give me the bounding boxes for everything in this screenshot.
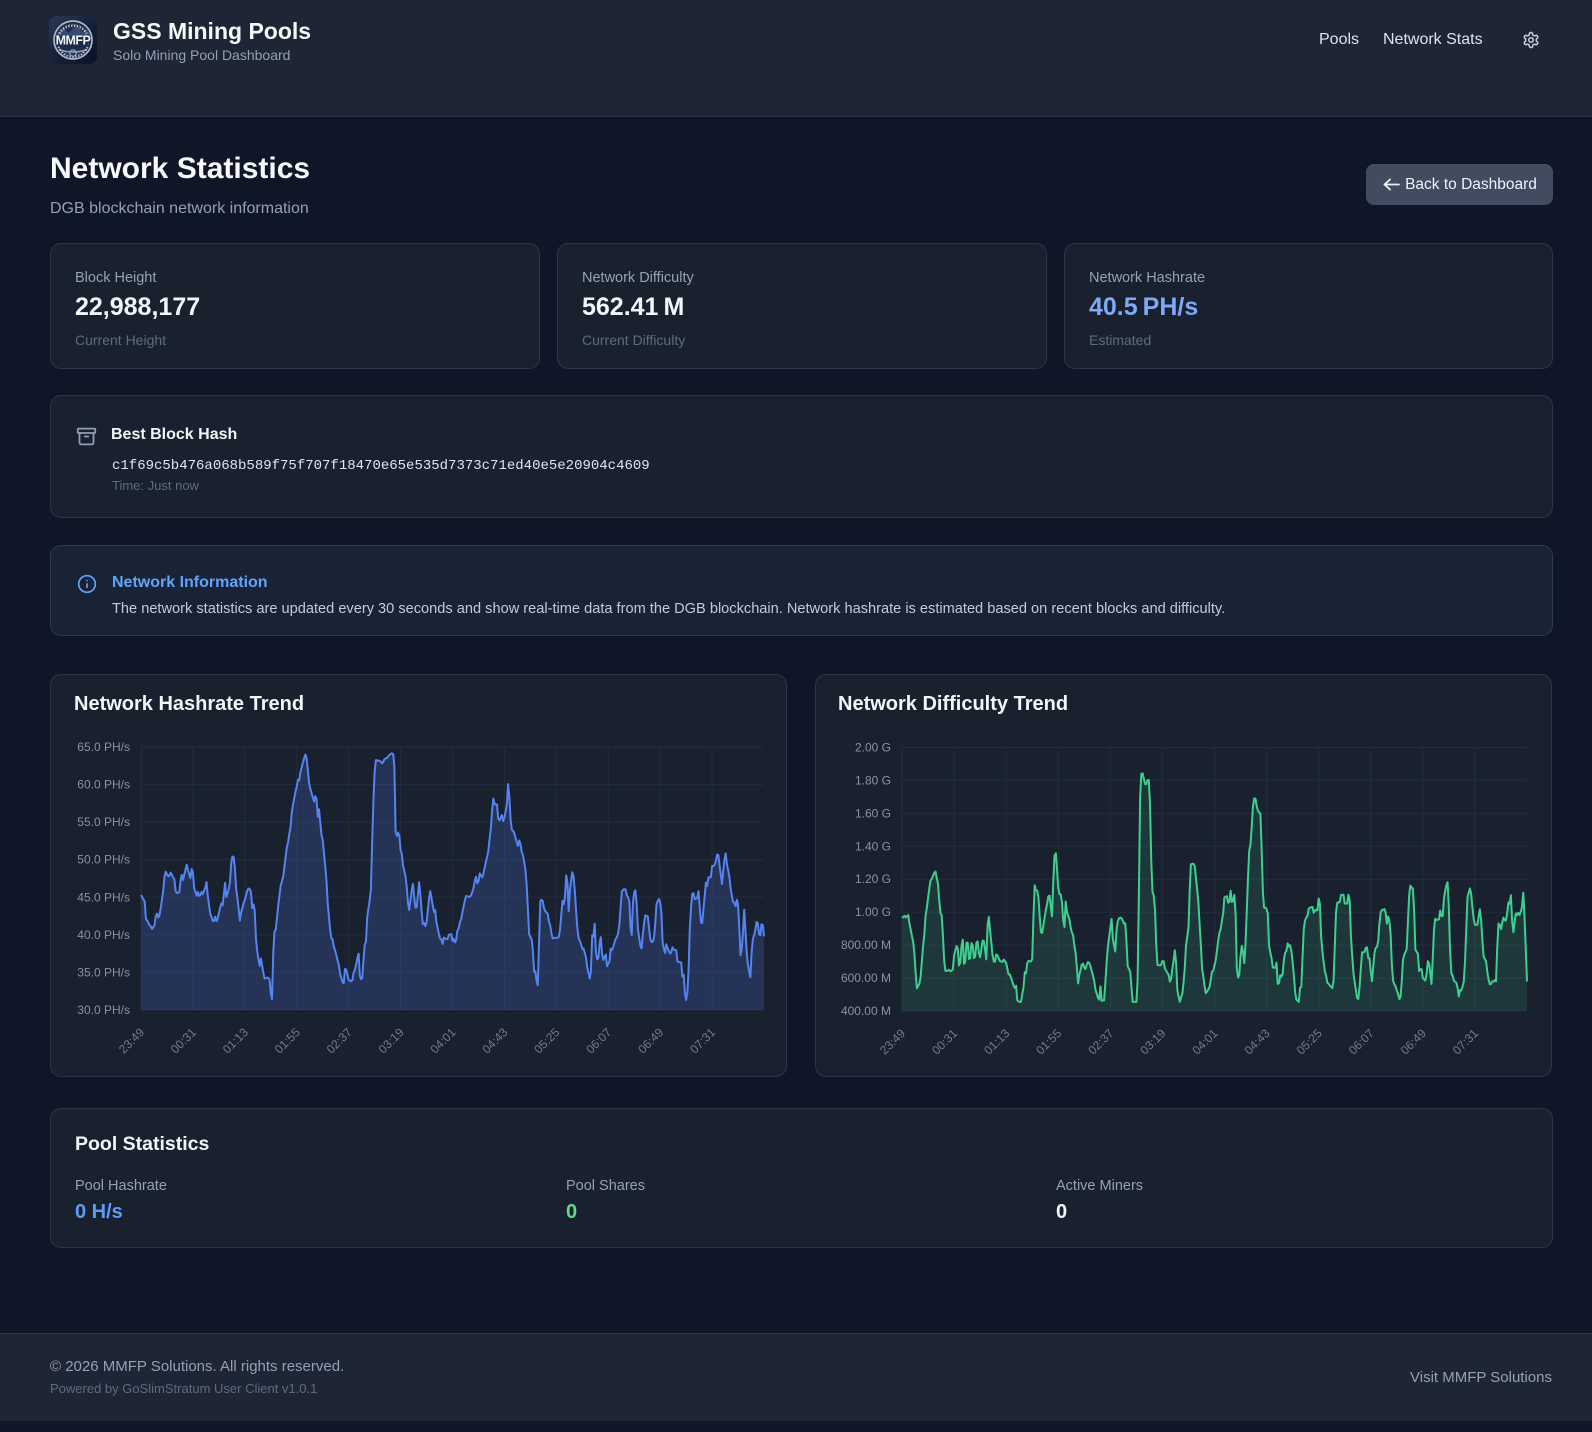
svg-text:30.0 PH/s: 30.0 PH/s [77, 1003, 130, 1017]
svg-text:00:31: 00:31 [929, 1026, 960, 1057]
svg-text:55.0 PH/s: 55.0 PH/s [77, 815, 130, 829]
svg-text:05:25: 05:25 [1294, 1026, 1325, 1057]
svg-text:01:55: 01:55 [272, 1025, 303, 1056]
svg-text:06:07: 06:07 [583, 1025, 614, 1056]
svg-text:400.00 M: 400.00 M [841, 1004, 891, 1018]
svg-text:05:25: 05:25 [531, 1025, 562, 1056]
svg-text:23:49: 23:49 [877, 1026, 908, 1057]
svg-text:65.0 PH/s: 65.0 PH/s [77, 740, 130, 754]
svg-text:1.40 G: 1.40 G [855, 839, 891, 853]
svg-text:MMFP: MMFP [56, 34, 91, 48]
svg-text:1.80 G: 1.80 G [855, 773, 891, 787]
svg-text:35.0 PH/s: 35.0 PH/s [77, 965, 130, 979]
svg-text:01:55: 01:55 [1033, 1026, 1064, 1057]
svg-text:04:01: 04:01 [427, 1025, 458, 1056]
svg-text:00:31: 00:31 [168, 1025, 199, 1056]
svg-text:04:43: 04:43 [1242, 1026, 1273, 1057]
svg-text:04:43: 04:43 [479, 1025, 510, 1056]
svg-text:07:31: 07:31 [1450, 1026, 1481, 1057]
svg-text:06:49: 06:49 [1398, 1026, 1429, 1057]
svg-text:50.0 PH/s: 50.0 PH/s [77, 853, 130, 867]
svg-text:1.20 G: 1.20 G [855, 872, 891, 886]
svg-text:04:01: 04:01 [1189, 1026, 1220, 1057]
svg-text:07:31: 07:31 [687, 1025, 718, 1056]
svg-text:23:49: 23:49 [116, 1025, 147, 1056]
svg-text:02:37: 02:37 [324, 1025, 355, 1056]
svg-text:60.0 PH/s: 60.0 PH/s [77, 778, 130, 792]
svg-text:02:37: 02:37 [1085, 1026, 1116, 1057]
svg-text:1.00 G: 1.00 G [855, 905, 891, 919]
svg-text:06:49: 06:49 [635, 1025, 666, 1056]
svg-text:600.00 M: 600.00 M [841, 971, 891, 985]
svg-text:2.00 G: 2.00 G [855, 741, 891, 755]
svg-text:800.00 M: 800.00 M [841, 938, 891, 952]
svg-text:03:19: 03:19 [1137, 1026, 1168, 1057]
svg-text:01:13: 01:13 [981, 1026, 1012, 1057]
svg-text:40.0 PH/s: 40.0 PH/s [77, 928, 130, 942]
svg-text:45.0 PH/s: 45.0 PH/s [77, 890, 130, 904]
svg-text:03:19: 03:19 [376, 1025, 407, 1056]
svg-text:01:13: 01:13 [220, 1025, 251, 1056]
svg-text:06:07: 06:07 [1346, 1026, 1377, 1057]
svg-text:1.60 G: 1.60 G [855, 806, 891, 820]
